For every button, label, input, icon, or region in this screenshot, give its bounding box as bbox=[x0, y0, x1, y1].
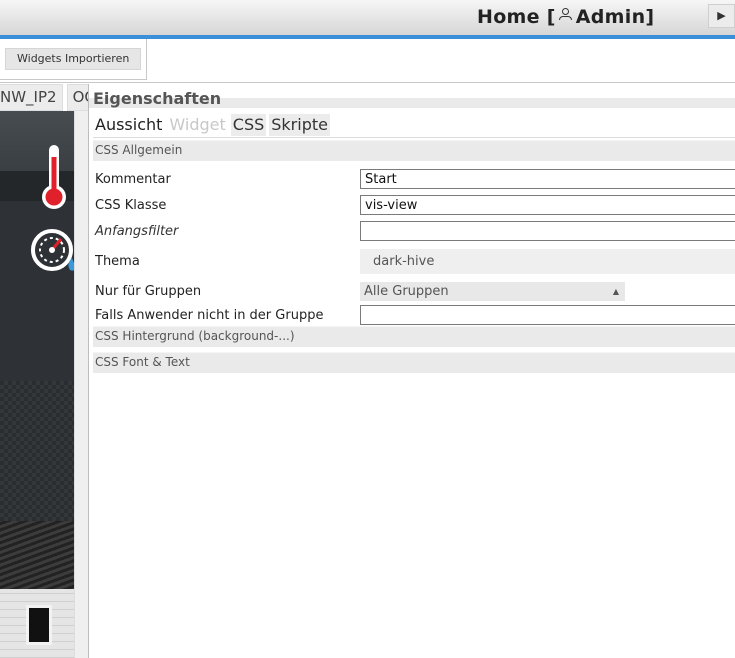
gruppen-select[interactable]: Alle Gruppen ▲▼ bbox=[360, 282, 625, 315]
label-kommentar: Kommentar bbox=[95, 172, 171, 187]
play-button[interactable]: ▶ bbox=[708, 4, 735, 28]
user-name: Admin bbox=[575, 6, 646, 28]
tabs-underline bbox=[93, 137, 735, 138]
panel-title-text: Eigenschaften bbox=[93, 89, 222, 108]
label-nur-fuer-gruppen: Nur für Gruppen bbox=[95, 284, 202, 299]
view-tab-oc[interactable]: OC bbox=[66, 84, 90, 111]
thema-select[interactable]: dark-hive bbox=[360, 249, 735, 274]
tab-widget: Widget bbox=[169, 115, 226, 134]
falls-anwender-input[interactable] bbox=[360, 305, 735, 325]
preview-scrollbar[interactable] bbox=[74, 111, 89, 658]
label-css-klasse: CSS Klasse bbox=[95, 198, 167, 213]
tab-skripte[interactable]: Skripte bbox=[269, 114, 330, 136]
kommentar-input[interactable]: Start bbox=[360, 169, 735, 189]
properties-panel: Eigenschaften Aussicht Widget CSS Skripte C… bbox=[89, 84, 735, 658]
tab-css[interactable]: CSS bbox=[230, 114, 267, 136]
title-suffix: ] bbox=[645, 6, 655, 28]
toolbar: Widgets Importieren bbox=[0, 39, 147, 80]
widgets-import-button[interactable]: Widgets Importieren bbox=[5, 48, 142, 70]
anfangsfilter-input[interactable] bbox=[360, 221, 735, 241]
section-css-allgemein[interactable]: CSS Allgemein bbox=[93, 140, 735, 161]
gruppen-select-value: Alle Gruppen bbox=[364, 284, 449, 299]
label-thema: Thema bbox=[95, 254, 140, 269]
section-css-font-text[interactable]: CSS Font & Text bbox=[93, 352, 735, 373]
css-klasse-input[interactable]: vis-view bbox=[360, 195, 735, 215]
gauge-icon bbox=[31, 229, 74, 271]
view-tab-nw-ip2[interactable]: NW_IP2 bbox=[0, 84, 63, 111]
thermometer-icon bbox=[42, 145, 66, 209]
view-tabs: NW_IP2OC bbox=[0, 84, 90, 111]
properties-tabs: Aussicht Widget CSS Skripte bbox=[93, 114, 333, 137]
panel-title: Eigenschaften bbox=[93, 89, 221, 108]
toolbar-divider bbox=[0, 82, 735, 83]
section-css-hintergrund[interactable]: CSS Hintergrund (background-...) bbox=[93, 326, 735, 347]
user-icon bbox=[558, 7, 572, 21]
tab-aussicht[interactable]: Aussicht bbox=[93, 114, 165, 136]
label-anfangsfilter: Anfangsfilter bbox=[95, 224, 179, 239]
preview-window bbox=[26, 605, 52, 645]
preview-roof bbox=[0, 521, 74, 591]
page-title: Home [ Admin] bbox=[477, 6, 654, 28]
label-falls-anwender: Falls Anwender nicht in der Gruppe bbox=[95, 308, 324, 323]
title-prefix: Home [ bbox=[477, 6, 556, 28]
